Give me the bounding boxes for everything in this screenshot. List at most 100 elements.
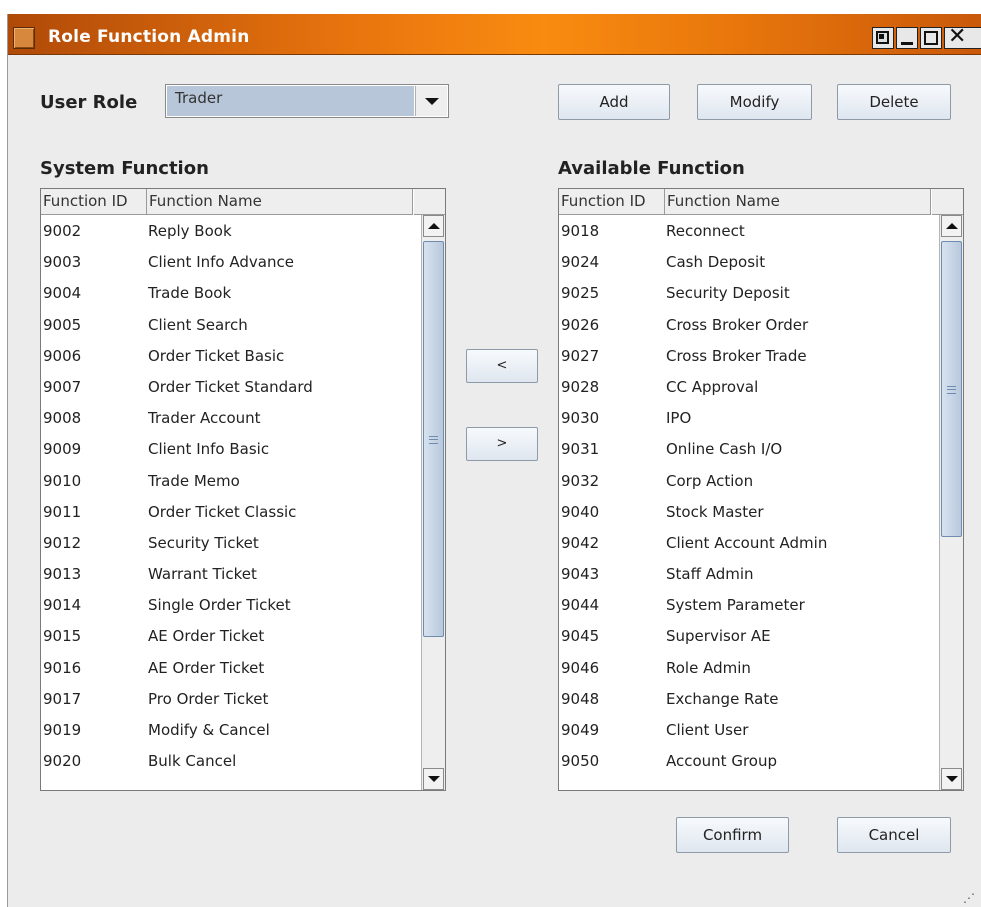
function-name-cell: Pro Order Ticket xyxy=(148,689,269,708)
add-button[interactable]: Add xyxy=(558,84,670,120)
function-name-cell: Bulk Cancel xyxy=(148,752,237,771)
function-name-cell: Cross Broker Order xyxy=(666,315,809,334)
table-header: Function ID Function Name xyxy=(41,189,413,215)
function-name-cell: Warrant Ticket xyxy=(148,565,257,584)
move-right-button[interactable]: > xyxy=(466,427,538,461)
user-role-selected-value[interactable]: Trader xyxy=(167,86,414,116)
table-row[interactable]: 9026 Cross Broker Order xyxy=(559,309,931,340)
table-header-corner xyxy=(414,189,445,215)
title-bar[interactable]: Role Function Admin ✕ xyxy=(8,14,981,55)
table-row[interactable]: 9044 System Parameter xyxy=(559,589,931,620)
resize-grip-icon[interactable]: ⋰ xyxy=(963,891,975,905)
table-row[interactable]: 9012 Security Ticket xyxy=(41,527,413,558)
table-row[interactable]: 9020 Bulk Cancel xyxy=(41,745,413,776)
grip-icon xyxy=(947,386,956,394)
table-row[interactable]: 9005 Client Search xyxy=(41,309,413,340)
table-row[interactable]: 9008 Trader Account xyxy=(41,402,413,433)
table-row[interactable]: 9016 AE Order Ticket xyxy=(41,652,413,683)
function-id-cell: 9009 xyxy=(43,440,82,459)
table-row[interactable]: 9046 Role Admin xyxy=(559,652,931,683)
table-row[interactable]: 9007 Order Ticket Standard xyxy=(41,371,413,402)
function-id-cell: 9026 xyxy=(561,315,600,334)
function-id-cell: 9017 xyxy=(43,689,82,708)
maximize-button[interactable] xyxy=(920,27,942,49)
function-name-cell: Client User xyxy=(666,721,749,739)
minimize-icon xyxy=(901,42,913,45)
table-row[interactable]: 9043 Staff Admin xyxy=(559,558,931,589)
scroll-down-icon[interactable] xyxy=(941,768,962,790)
table-row[interactable]: 9030 IPO xyxy=(559,402,931,433)
table-row[interactable]: 9027 Cross Broker Trade xyxy=(559,340,931,371)
function-name-cell: Trade Book xyxy=(148,284,232,303)
function-id-cell: 9020 xyxy=(43,752,82,771)
restore-button[interactable] xyxy=(872,27,894,49)
table-row[interactable]: 9025 Security Deposit xyxy=(559,277,931,308)
available-function-scrollbar[interactable] xyxy=(939,215,963,790)
table-row[interactable]: 9048 Exchange Rate xyxy=(559,683,931,714)
table-row[interactable]: 9050 Account Group xyxy=(559,745,931,776)
cancel-button[interactable]: Cancel xyxy=(837,817,951,853)
scroll-up-icon[interactable] xyxy=(941,215,962,237)
function-name-cell: Reply Book xyxy=(148,222,232,240)
table-row[interactable]: 9049 Client User xyxy=(559,714,931,745)
move-left-button[interactable]: < xyxy=(466,349,538,383)
function-id-cell: 9046 xyxy=(561,658,600,677)
scrollbar-thumb[interactable] xyxy=(423,241,444,637)
function-name-cell: Single Order Ticket xyxy=(148,596,291,615)
function-id-cell: 9048 xyxy=(561,689,600,708)
table-row[interactable]: 9040 Stock Master xyxy=(559,496,931,527)
function-name-cell: Client Info Advance xyxy=(148,253,294,272)
system-function-scrollbar[interactable] xyxy=(421,215,445,790)
table-row[interactable]: 9003 Client Info Advance xyxy=(41,246,413,277)
table-row[interactable]: 9042 Client Account Admin xyxy=(559,527,931,558)
function-id-cell: 9032 xyxy=(561,471,600,490)
table-row[interactable]: 9024 Cash Deposit xyxy=(559,246,931,277)
function-id-cell: 9014 xyxy=(43,596,82,615)
table-row[interactable]: 9015 AE Order Ticket xyxy=(41,620,413,651)
table-row[interactable]: 9019 Modify & Cancel xyxy=(41,714,413,745)
table-row[interactable]: 9028 CC Approval xyxy=(559,371,931,402)
minimize-button[interactable] xyxy=(896,27,918,49)
function-name-cell: Order Ticket Classic xyxy=(148,502,297,521)
available-function-rows: 9018 Reconnect 9024 Cash Deposit 9025 Securit… xyxy=(559,215,931,776)
function-id-cell: 9005 xyxy=(43,315,82,334)
user-role-select[interactable]: Trader xyxy=(165,84,449,118)
table-row[interactable]: 9002 Reply Book xyxy=(41,215,413,246)
function-id-cell: 9012 xyxy=(43,533,82,552)
table-row[interactable]: 9032 Corp Action xyxy=(559,465,931,496)
function-name-cell: Modify & Cancel xyxy=(148,721,270,739)
function-name-cell: Client Info Basic xyxy=(148,440,270,459)
scroll-down-icon[interactable] xyxy=(423,768,444,790)
chevron-down-icon[interactable] xyxy=(415,86,447,116)
modify-button[interactable]: Modify xyxy=(697,84,812,120)
column-header-function-name[interactable]: Function Name xyxy=(147,189,413,214)
table-row[interactable]: 9010 Trade Memo xyxy=(41,465,413,496)
close-button[interactable]: ✕ xyxy=(944,26,981,49)
column-header-function-id[interactable]: Function ID xyxy=(559,189,665,214)
restore-icon xyxy=(876,31,889,44)
app-icon xyxy=(13,27,35,49)
confirm-button[interactable]: Confirm xyxy=(676,817,789,853)
function-id-cell: 9004 xyxy=(43,284,82,303)
available-function-table[interactable]: Function ID Function Name 9018 Reconnect 9… xyxy=(558,188,964,791)
function-name-cell: Supervisor AE xyxy=(666,627,771,646)
table-row[interactable]: 9045 Supervisor AE xyxy=(559,620,931,651)
function-id-cell: 9049 xyxy=(561,721,600,739)
column-header-function-name[interactable]: Function Name xyxy=(665,189,931,214)
table-row[interactable]: 9011 Order Ticket Classic xyxy=(41,496,413,527)
scrollbar-thumb[interactable] xyxy=(941,241,962,537)
table-row[interactable]: 9004 Trade Book xyxy=(41,277,413,308)
scroll-up-icon[interactable] xyxy=(423,215,444,237)
function-name-cell: Corp Action xyxy=(666,471,754,490)
table-row[interactable]: 9014 Single Order Ticket xyxy=(41,589,413,620)
column-header-function-id[interactable]: Function ID xyxy=(41,189,147,214)
table-row[interactable]: 9013 Warrant Ticket xyxy=(41,558,413,589)
table-row[interactable]: 9018 Reconnect xyxy=(559,215,931,246)
system-function-table[interactable]: Function ID Function Name 9002 Reply Book… xyxy=(40,188,446,791)
table-row[interactable]: 9009 Client Info Basic xyxy=(41,433,413,464)
table-row[interactable]: 9017 Pro Order Ticket xyxy=(41,683,413,714)
delete-button[interactable]: Delete xyxy=(837,84,951,120)
table-row[interactable]: 9031 Online Cash I/O xyxy=(559,433,931,464)
table-row[interactable]: 9006 Order Ticket Basic xyxy=(41,340,413,371)
function-id-cell: 9019 xyxy=(43,721,82,739)
